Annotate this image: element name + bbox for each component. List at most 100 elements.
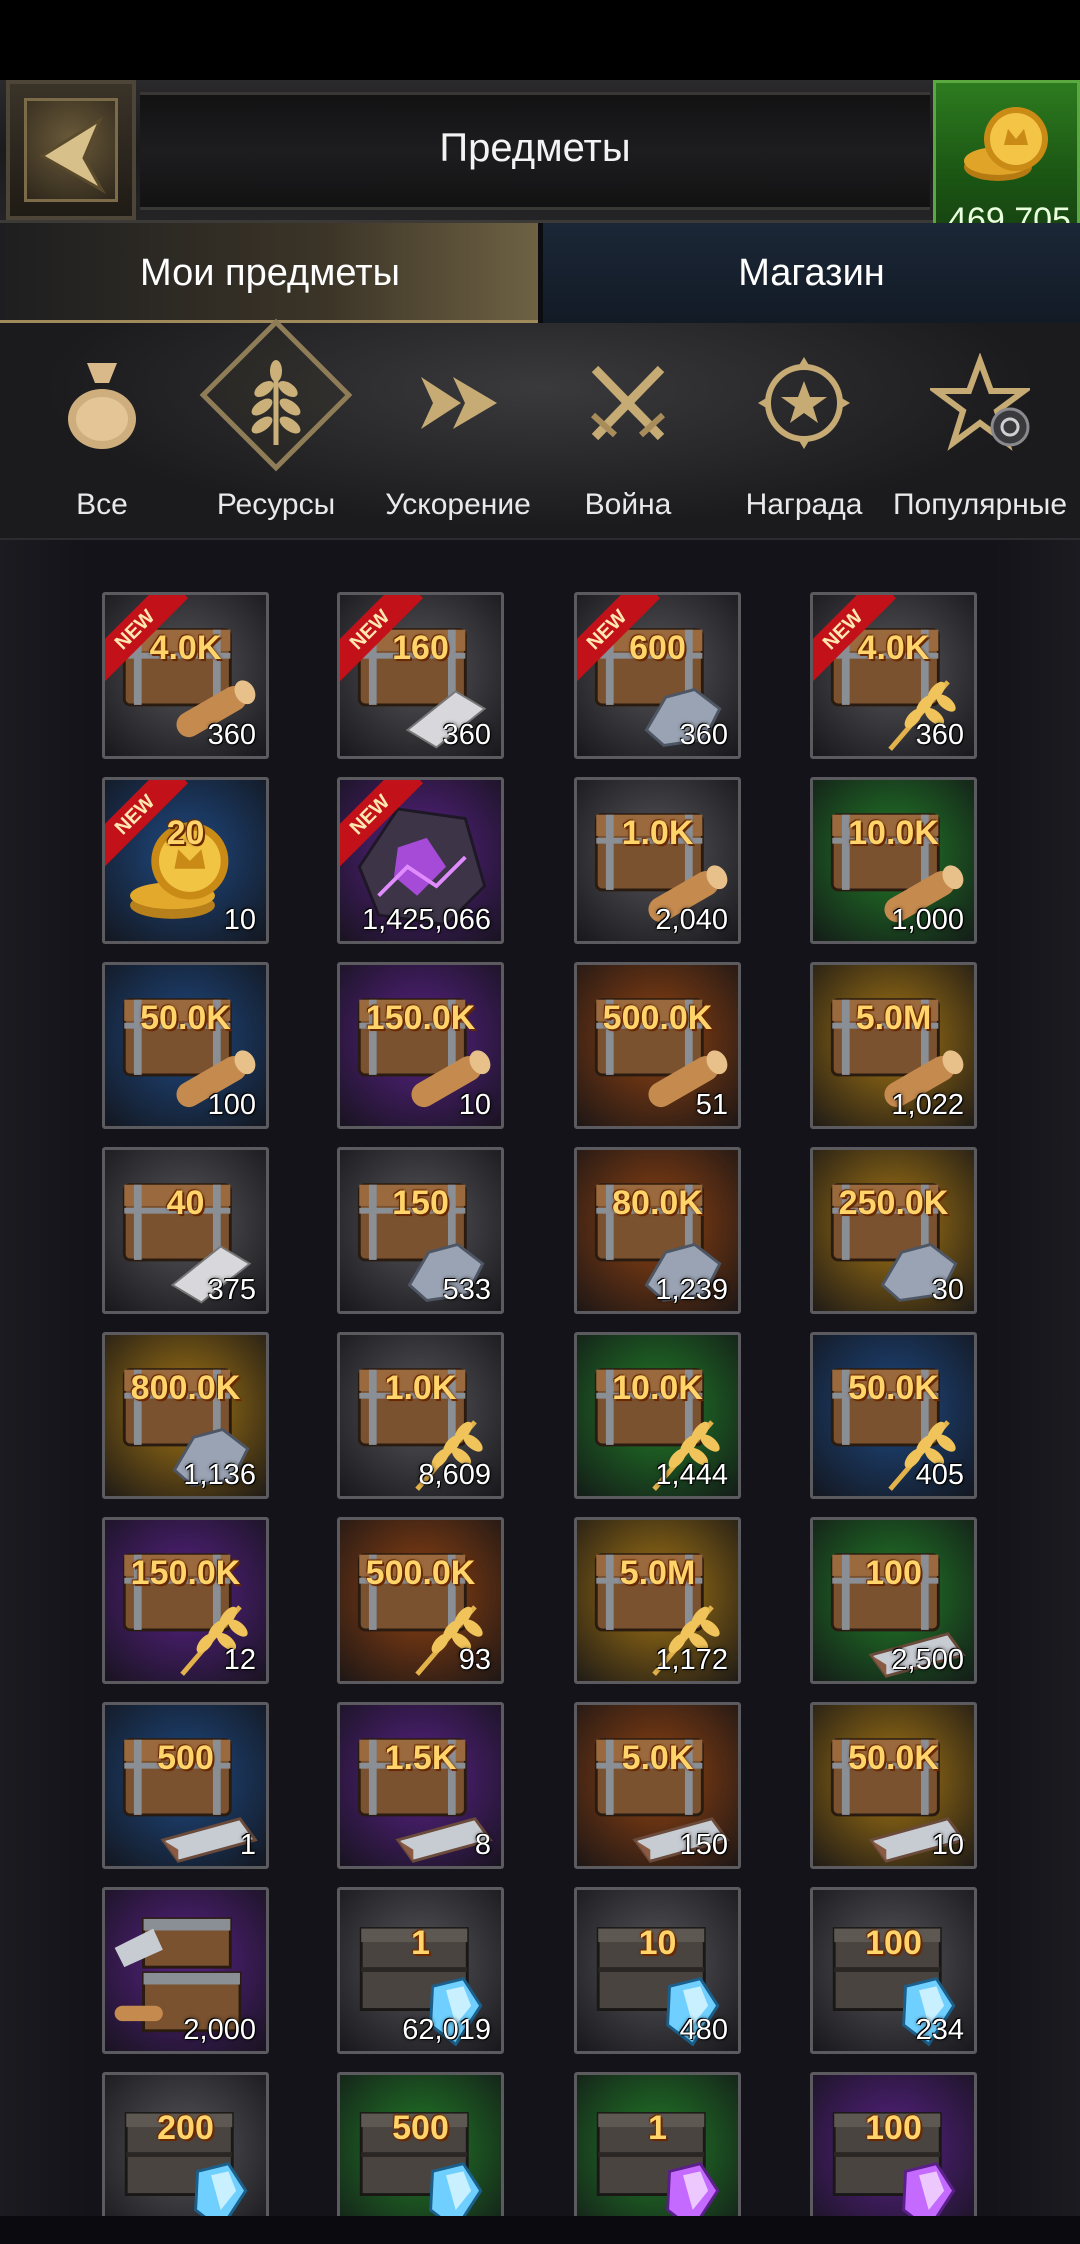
item-count: 360: [679, 719, 728, 751]
item-count: 62,019: [402, 2014, 491, 2046]
item-slot[interactable]: 500 1: [102, 1702, 269, 1869]
category-war[interactable]: Война: [548, 323, 708, 538]
item-slot[interactable]: 1: [574, 2072, 741, 2239]
item-count: 1,022: [891, 1089, 964, 1121]
category-resources[interactable]: Ресурсы: [196, 318, 356, 538]
gold-coin-icon: [964, 107, 1048, 181]
item-amount: 5.0M: [855, 999, 932, 1037]
item-count: 360: [915, 719, 964, 751]
item-slot[interactable]: 1.5K 8: [337, 1702, 504, 1869]
item-slot[interactable]: 500: [337, 2072, 504, 2239]
item-amount: 200: [157, 2109, 214, 2147]
item-amount: 500.0K: [365, 1554, 476, 1592]
item-slot[interactable]: 5.0M 1,022: [810, 962, 977, 1129]
item-count: 1,000: [891, 904, 964, 936]
item-amount: 5.0M: [619, 1554, 696, 1592]
purple-gem-icon: [596, 2112, 720, 2232]
item-count: 8: [474, 1829, 491, 1861]
category-bar: Все Ресурсы Ускорение Война Награда Попу…: [0, 318, 1080, 542]
tab-my-items[interactable]: Мои предметы: [0, 223, 540, 323]
item-count: 480: [679, 2014, 728, 2046]
item-count: 533: [442, 1274, 491, 1306]
item-slot[interactable]: 1.0K 8,609: [337, 1332, 504, 1499]
tab-shop[interactable]: Магазин: [543, 223, 1080, 323]
item-count: 10: [931, 1829, 964, 1861]
item-slot[interactable]: 100: [810, 2072, 977, 2239]
item-slot[interactable]: 500.0K 51: [574, 962, 741, 1129]
category-popular[interactable]: Популярные: [893, 323, 1067, 538]
category-all[interactable]: Все: [22, 323, 182, 538]
bag-icon: [68, 363, 136, 449]
header: Предметы 469,705: [0, 80, 1080, 250]
purple-gem-icon: [832, 2112, 956, 2232]
item-slot[interactable]: 40 375: [102, 1147, 269, 1314]
item-slot[interactable]: 100 2,500: [810, 1517, 977, 1684]
category-label: Война: [584, 488, 672, 521]
tab-bar: Мои предметы Магазин: [0, 223, 1080, 323]
item-amount: 50.0K: [140, 999, 231, 1037]
item-slot[interactable]: 800.0K 1,136: [102, 1332, 269, 1499]
category-label: Ресурсы: [216, 488, 336, 521]
item-slot[interactable]: NEW 4.0K 360: [810, 592, 977, 759]
item-count: 375: [207, 1274, 256, 1306]
item-count: 150: [679, 1829, 728, 1861]
item-slot[interactable]: 50.0K 10: [810, 1702, 977, 1869]
item-count: 30: [931, 1274, 964, 1306]
item-amount: 100: [865, 2109, 922, 2147]
blue-gem-icon: [124, 2112, 248, 2232]
item-count: 360: [442, 719, 491, 751]
back-button[interactable]: [6, 80, 136, 220]
item-amount: 4.0K: [149, 629, 222, 667]
item-slot[interactable]: 250.0K 30: [810, 1147, 977, 1314]
item-count: 1,239: [655, 1274, 728, 1306]
item-amount: 600: [629, 629, 686, 667]
star-badge-icon: [758, 357, 850, 449]
item-amount: 1: [648, 2109, 667, 2147]
item-slot[interactable]: 10.0K 1,444: [574, 1332, 741, 1499]
item-slot[interactable]: 150.0K 12: [102, 1517, 269, 1684]
item-count: 2,500: [891, 1644, 964, 1676]
double-arrow-icon: [421, 377, 497, 429]
item-count: 1: [239, 1829, 256, 1861]
item-slot[interactable]: NEW 600 360: [574, 592, 741, 759]
category-reward[interactable]: Награда: [724, 323, 884, 538]
item-slot[interactable]: 5.0K 150: [574, 1702, 741, 1869]
item-count: 405: [915, 1459, 964, 1491]
items-grid: NEW 4.0K 360 NEW 160 360 NEW 600 360 NEW 4.0K 360 NE…: [0, 540, 1080, 2244]
item-amount: 160: [392, 629, 449, 667]
item-amount: 50.0K: [848, 1739, 939, 1777]
item-slot[interactable]: NEW 4.0K 360: [102, 592, 269, 759]
item-amount: 800.0K: [130, 1369, 241, 1407]
item-amount: 100: [865, 1924, 922, 1962]
item-slot[interactable]: NEW 1,425,066: [337, 777, 504, 944]
category-speedup[interactable]: Ускорение: [378, 323, 538, 538]
item-amount: 4.0K: [857, 629, 930, 667]
item-slot[interactable]: 50.0K 405: [810, 1332, 977, 1499]
item-slot[interactable]: 100 234: [810, 1887, 977, 2054]
item-slot[interactable]: 50.0K 100: [102, 962, 269, 1129]
item-slot[interactable]: NEW 20 10: [102, 777, 269, 944]
item-slot[interactable]: 150 533: [337, 1147, 504, 1314]
item-slot[interactable]: 500.0K 93: [337, 1517, 504, 1684]
item-amount: 500.0K: [602, 999, 713, 1037]
item-slot[interactable]: 1.0K 2,040: [574, 777, 741, 944]
item-slot[interactable]: 2,000: [102, 1887, 269, 2054]
item-amount: 100: [865, 1554, 922, 1592]
item-slot[interactable]: 10 480: [574, 1887, 741, 2054]
item-amount: 1.0K: [621, 814, 694, 852]
item-amount: 10: [638, 1924, 677, 1962]
item-slot[interactable]: 5.0M 1,172: [574, 1517, 741, 1684]
item-slot[interactable]: 80.0K 1,239: [574, 1147, 741, 1314]
item-slot[interactable]: 10.0K 1,000: [810, 777, 977, 944]
item-slot[interactable]: 200: [102, 2072, 269, 2239]
item-slot[interactable]: 150.0K 10: [337, 962, 504, 1129]
item-amount: 250.0K: [838, 1184, 949, 1222]
category-label: Популярные: [892, 488, 1068, 521]
star-icon: [930, 353, 1030, 451]
item-count: 8,609: [418, 1459, 491, 1491]
category-label: Награда: [745, 488, 863, 521]
item-amount: 1.5K: [384, 1739, 457, 1777]
item-amount: 10.0K: [848, 814, 939, 852]
item-slot[interactable]: NEW 160 360: [337, 592, 504, 759]
item-slot[interactable]: 1 62,019: [337, 1887, 504, 2054]
